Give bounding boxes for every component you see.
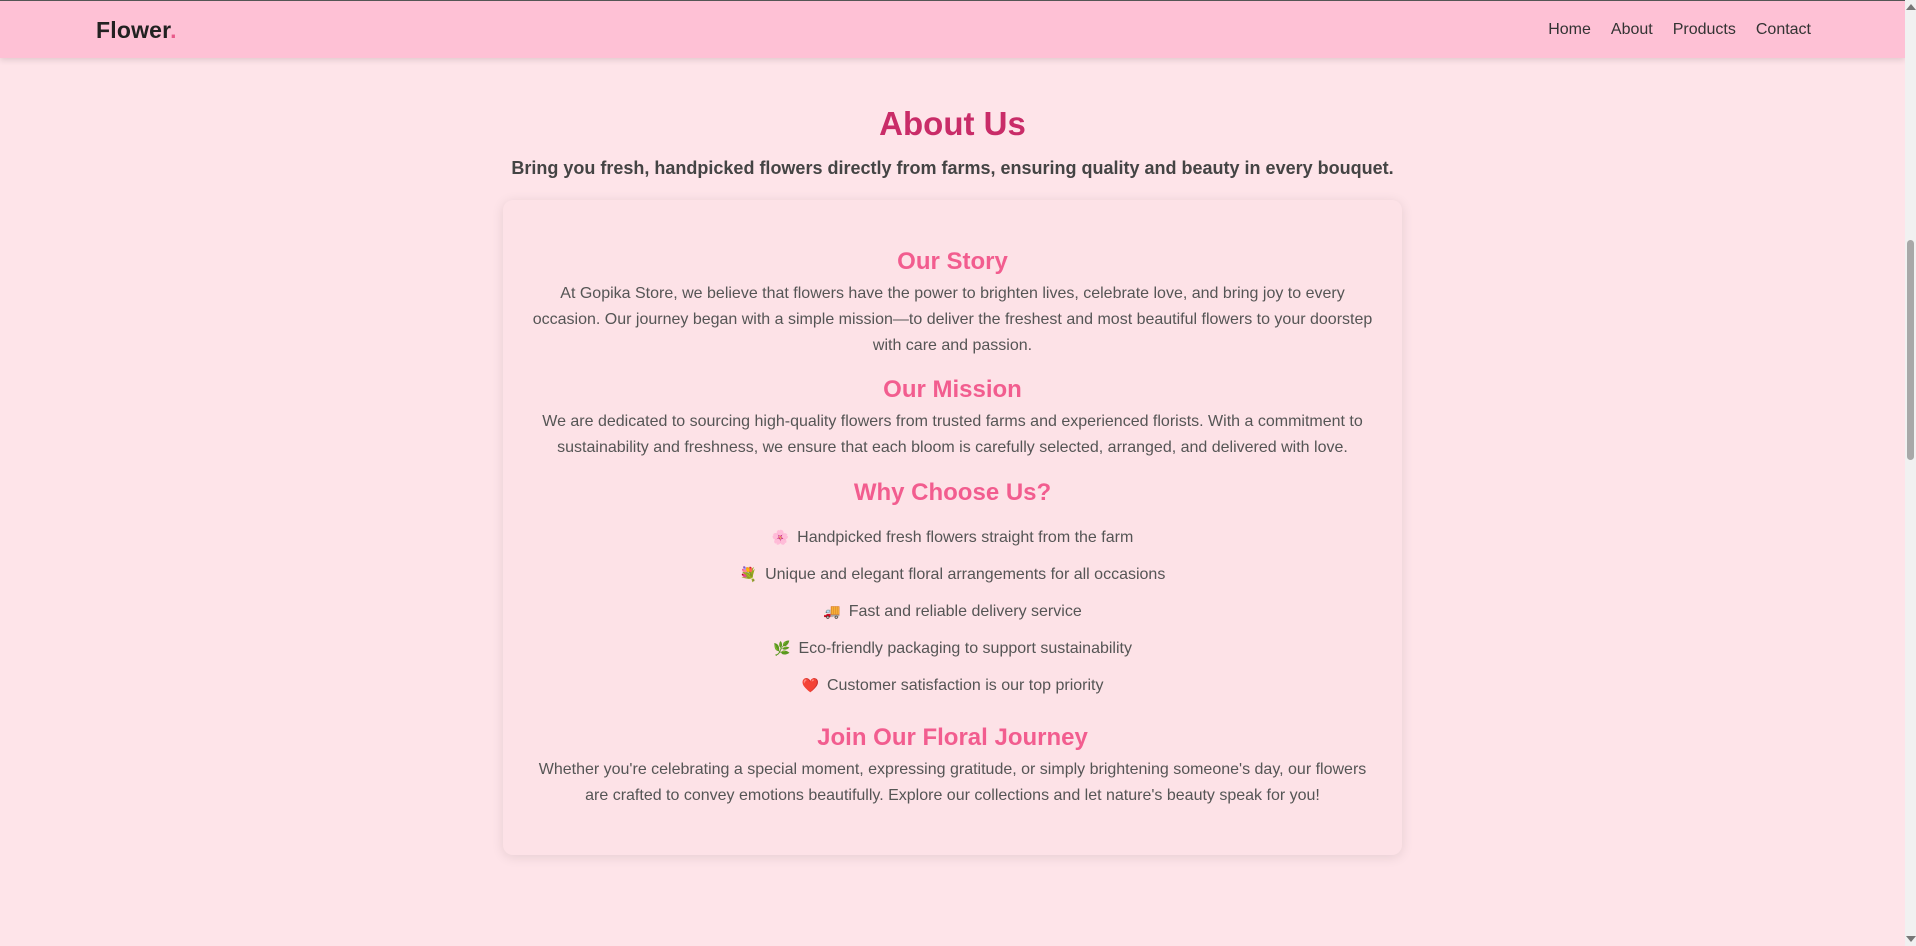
page-title: About Us — [879, 105, 1026, 142]
page: Flower. Home About Products Contact Abou… — [0, 0, 1916, 946]
mission-heading: Our Mission — [883, 376, 1022, 403]
vertical-scrollbar[interactable] — [1905, 0, 1916, 946]
brand-logo[interactable]: Flower. — [96, 17, 177, 44]
why-item-text: Unique and elegant floral arrangements f… — [765, 566, 1166, 583]
why-item: 🚚 Fast and reliable delivery service — [503, 598, 1402, 635]
nav-link-home[interactable]: Home — [1548, 21, 1591, 39]
why-list: 🌸 Handpicked fresh flowers straight from … — [503, 524, 1402, 709]
cherry-blossom-icon: 🌸 — [771, 529, 790, 545]
why-item-text: Customer satisfaction is our top priorit… — [826, 677, 1104, 694]
journey-heading: Join Our Floral Journey — [817, 724, 1088, 751]
why-item: 🌸 Handpicked fresh flowers straight from … — [503, 524, 1402, 561]
brand-dot: . — [170, 17, 177, 43]
about-card: Our Story At Gopika Store, we believe th… — [503, 200, 1402, 855]
story-heading: Our Story — [897, 248, 1008, 275]
heart-icon: ❤️ — [801, 677, 819, 693]
why-item: 🌿 Eco-friendly packaging to support susta… — [503, 635, 1402, 672]
navbar: Flower. Home About Products Contact — [0, 0, 1905, 58]
nav-link-about[interactable]: About — [1611, 21, 1653, 39]
why-item-text: Handpicked fresh flowers straight from t… — [797, 529, 1134, 546]
scroll-up-arrow-icon[interactable] — [1906, 4, 1916, 10]
story-text: At Gopika Store, we believe that flowers… — [532, 285, 1373, 354]
nav-link-products[interactable]: Products — [1673, 21, 1736, 39]
nav-link-contact[interactable]: Contact — [1756, 21, 1811, 39]
mission-text: We are dedicated to sourcing high-qualit… — [542, 413, 1363, 456]
why-item: ❤️ Customer satisfaction is our top prior… — [503, 672, 1402, 709]
why-item-text: Eco-friendly packaging to support sustai… — [798, 640, 1132, 657]
why-item-text: Fast and reliable delivery service — [848, 603, 1082, 620]
page-tagline: Bring you fresh, handpicked flowers dire… — [511, 158, 1394, 178]
journey-text: Whether you're celebrating a special mom… — [538, 761, 1367, 804]
scrollbar-thumb[interactable] — [1907, 240, 1914, 460]
brand-name: Flower — [96, 17, 171, 43]
why-item: 💐 Unique and elegant floral arrangements … — [503, 561, 1402, 598]
herb-icon: 🌿 — [773, 640, 791, 656]
bouquet-icon: 💐 — [739, 566, 758, 582]
delivery-truck-icon: 🚚 — [823, 603, 841, 619]
why-heading: Why Choose Us? — [853, 479, 1052, 506]
scroll-down-arrow-icon[interactable] — [1906, 936, 1916, 942]
nav-links: Home About Products Contact — [1548, 21, 1811, 39]
